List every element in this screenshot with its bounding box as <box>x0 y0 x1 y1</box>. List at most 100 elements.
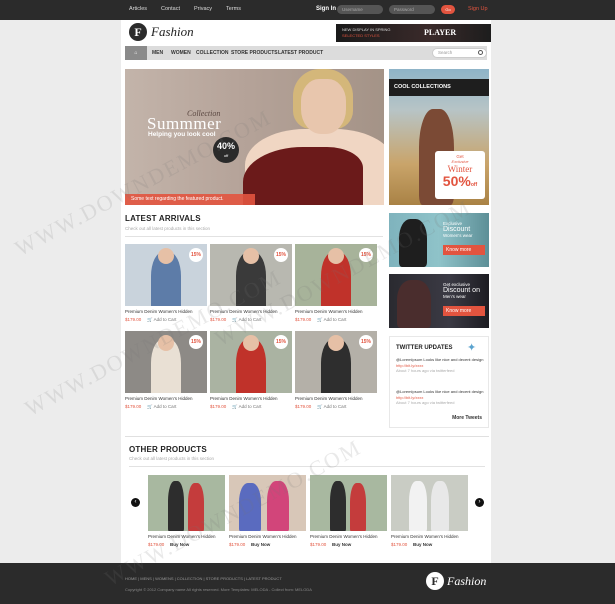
winter-promo-card: Get Exclusive Winter 50%off <box>435 151 485 199</box>
nav-store-products[interactable]: STORE PRODUCTS <box>231 46 278 60</box>
carousel-model <box>431 481 449 531</box>
twitter-title: TWITTER UPDATES <box>396 345 453 351</box>
add-to-cart-button[interactable]: 🛒 Add to Cart <box>317 404 346 410</box>
cool-collections-title: COOL COLLECTIONS <box>389 79 489 96</box>
other-products-title: OTHER PRODUCTS <box>129 445 207 454</box>
top-link-terms[interactable]: Terms <box>226 6 241 12</box>
password-input[interactable]: Password <box>389 5 435 14</box>
product-name[interactable]: Premium Denim Women's Hidden <box>125 396 193 401</box>
product-name[interactable]: Premium Denim Women's Hidden <box>391 534 459 539</box>
twitter-widget: TWITTER UPDATES ✦ @LoremIpsum Looks like… <box>389 336 489 428</box>
header-ad-banner[interactable]: NEW DISPLAY IN SPRING SELECTED STYLES PL… <box>336 24 491 42</box>
carousel-product[interactable]: Premium Denim Women's Hidden $179.00 Buy… <box>310 475 387 555</box>
cart-icon: 🛒 <box>232 404 238 409</box>
divider <box>125 236 383 237</box>
go-button[interactable]: Go <box>441 5 455 14</box>
add-to-cart-button[interactable]: 🛒 Add to Cart <box>232 404 261 410</box>
tweet-time: About 7 hours ago via twitterfeed <box>396 368 455 373</box>
add-to-cart-label: Add to Cart <box>153 317 177 322</box>
product-card[interactable]: 15% Premium Denim Women's Hidden $179.00… <box>295 244 377 328</box>
nav-latest-product[interactable]: LATEST PRODUCT <box>278 46 323 60</box>
carousel-next-button[interactable]: › <box>475 498 484 507</box>
footer: HOME | MENS | WOMENS | COLLECTION | STOR… <box>0 563 615 604</box>
site-logo[interactable]: F Fashion <box>129 23 194 41</box>
top-link-contact[interactable]: Contact <box>161 6 180 12</box>
footer-copyright: Copyright © 2012 Company name All rights… <box>125 587 312 592</box>
nav-collection[interactable]: COLLECTION <box>196 46 229 60</box>
carousel-product-image[interactable] <box>310 475 387 531</box>
product-model-head <box>243 248 259 264</box>
product-model-head <box>328 248 344 264</box>
nav-women[interactable]: WOMEN <box>171 46 191 60</box>
cool-collections-banner[interactable]: COOL COLLECTIONS Get Exclusive Winter 50… <box>389 69 489 205</box>
product-name[interactable]: Premium Denim Women's Hidden <box>148 534 216 539</box>
add-to-cart-button[interactable]: 🛒 Add to Cart <box>147 404 176 410</box>
add-to-cart-button[interactable]: 🛒 Add to Cart <box>232 317 261 323</box>
product-price: $179.00 <box>125 404 142 409</box>
footer-logo[interactable]: F Fashion <box>426 572 486 590</box>
product-name[interactable]: Premium Denim Women's Hidden <box>310 534 378 539</box>
product-card[interactable]: 15% Premium Denim Women's Hidden $179.00… <box>125 244 207 328</box>
product-card[interactable]: 15% Premium Denim Women's Hidden $179.00… <box>210 331 292 415</box>
search-input[interactable]: Search <box>432 48 487 58</box>
carousel-product-image[interactable] <box>229 475 306 531</box>
product-name[interactable]: Premium Denim Women's Hidden <box>210 396 278 401</box>
cart-icon: 🛒 <box>317 317 323 322</box>
product-name[interactable]: Premium Denim Women's Hidden <box>295 396 363 401</box>
know-more-button[interactable]: Know more <box>443 306 485 316</box>
product-name[interactable]: Premium Denim Women's Hidden <box>125 309 193 314</box>
carousel-model <box>188 483 204 531</box>
product-name[interactable]: Premium Denim Women's Hidden <box>295 309 363 314</box>
hero-model-face <box>301 79 346 134</box>
carousel-product-image[interactable] <box>148 475 225 531</box>
sign-up-link[interactable]: Sign Up <box>468 6 488 12</box>
sale-badge: 15% <box>359 248 373 262</box>
username-input[interactable]: Username <box>337 5 383 14</box>
latest-arrivals-title: LATEST ARRIVALS <box>125 214 201 223</box>
tweet: @LoremIpsum Looks like nice and decent d… <box>396 389 486 406</box>
product-price: $179.00 <box>295 404 312 409</box>
twitter-bird-icon: ✦ <box>467 342 477 354</box>
sale-badge: 15% <box>359 335 373 349</box>
footer-logo-mark: F <box>426 572 444 590</box>
buy-now-button[interactable]: Buy Now <box>251 542 270 547</box>
more-tweets-link[interactable]: More Tweets <box>452 415 482 421</box>
product-model-head <box>243 335 259 351</box>
top-link-articles[interactable]: Articles <box>129 6 147 12</box>
side-promo-men[interactable]: Get exclusive Discount on Men's wear Kno… <box>389 274 489 328</box>
side-promo-text: Get exclusive Discount on Men's wear <box>443 282 480 300</box>
hero-banner[interactable]: Collection Summmer Helping you look cool… <box>125 69 384 205</box>
footer-links[interactable]: HOME | MENS | WOMENS | COLLECTION | STOR… <box>125 576 282 581</box>
add-to-cart-label: Add to Cart <box>238 404 262 409</box>
know-more-button[interactable]: Know more <box>443 245 485 255</box>
footer-logo-text: Fashion <box>447 573 487 588</box>
hero-model-dress <box>243 147 363 205</box>
product-name[interactable]: Premium Denim Women's Hidden <box>210 309 278 314</box>
carousel-product[interactable]: Premium Denim Women's Hidden $179.00 Buy… <box>148 475 225 555</box>
hero-badge-value: 40% <box>216 141 235 151</box>
carousel-product[interactable]: Premium Denim Women's Hidden $179.00 Buy… <box>229 475 306 555</box>
product-card[interactable]: 15% Premium Denim Women's Hidden $179.00… <box>210 244 292 328</box>
add-to-cart-button[interactable]: 🛒 Add to Cart <box>147 317 176 323</box>
carousel-product[interactable]: Premium Denim Women's Hidden $179.00 Buy… <box>391 475 468 555</box>
product-card[interactable]: 15% Premium Denim Women's Hidden $179.00… <box>125 331 207 415</box>
tweet-time: About 7 hours ago via twitterfeed <box>396 400 455 405</box>
hero-tagline: Helping you look cool <box>148 131 216 138</box>
carousel-model <box>350 483 366 531</box>
top-link-privacy[interactable]: Privacy <box>194 6 212 12</box>
buy-now-button[interactable]: Buy Now <box>413 542 432 547</box>
carousel-product-image[interactable] <box>391 475 468 531</box>
add-to-cart-button[interactable]: 🛒 Add to Cart <box>317 317 346 323</box>
search-icon[interactable] <box>478 50 483 55</box>
product-name[interactable]: Premium Denim Women's Hidden <box>229 534 297 539</box>
product-model-head <box>158 248 174 264</box>
side-promo-women[interactable]: Exclusive Discount Women's wear Know mor… <box>389 213 489 267</box>
product-card[interactable]: 15% Premium Denim Women's Hidden $179.00… <box>295 331 377 415</box>
buy-now-button[interactable]: Buy Now <box>332 542 351 547</box>
add-to-cart-label: Add to Cart <box>153 404 177 409</box>
nav-men[interactable]: MEN <box>152 46 163 60</box>
buy-now-button[interactable]: Buy Now <box>170 542 189 547</box>
carousel-prev-button[interactable]: ‹ <box>131 498 140 507</box>
side-promo-tail: Women's wear <box>443 233 473 238</box>
nav-home[interactable]: ⌂ <box>125 46 147 60</box>
